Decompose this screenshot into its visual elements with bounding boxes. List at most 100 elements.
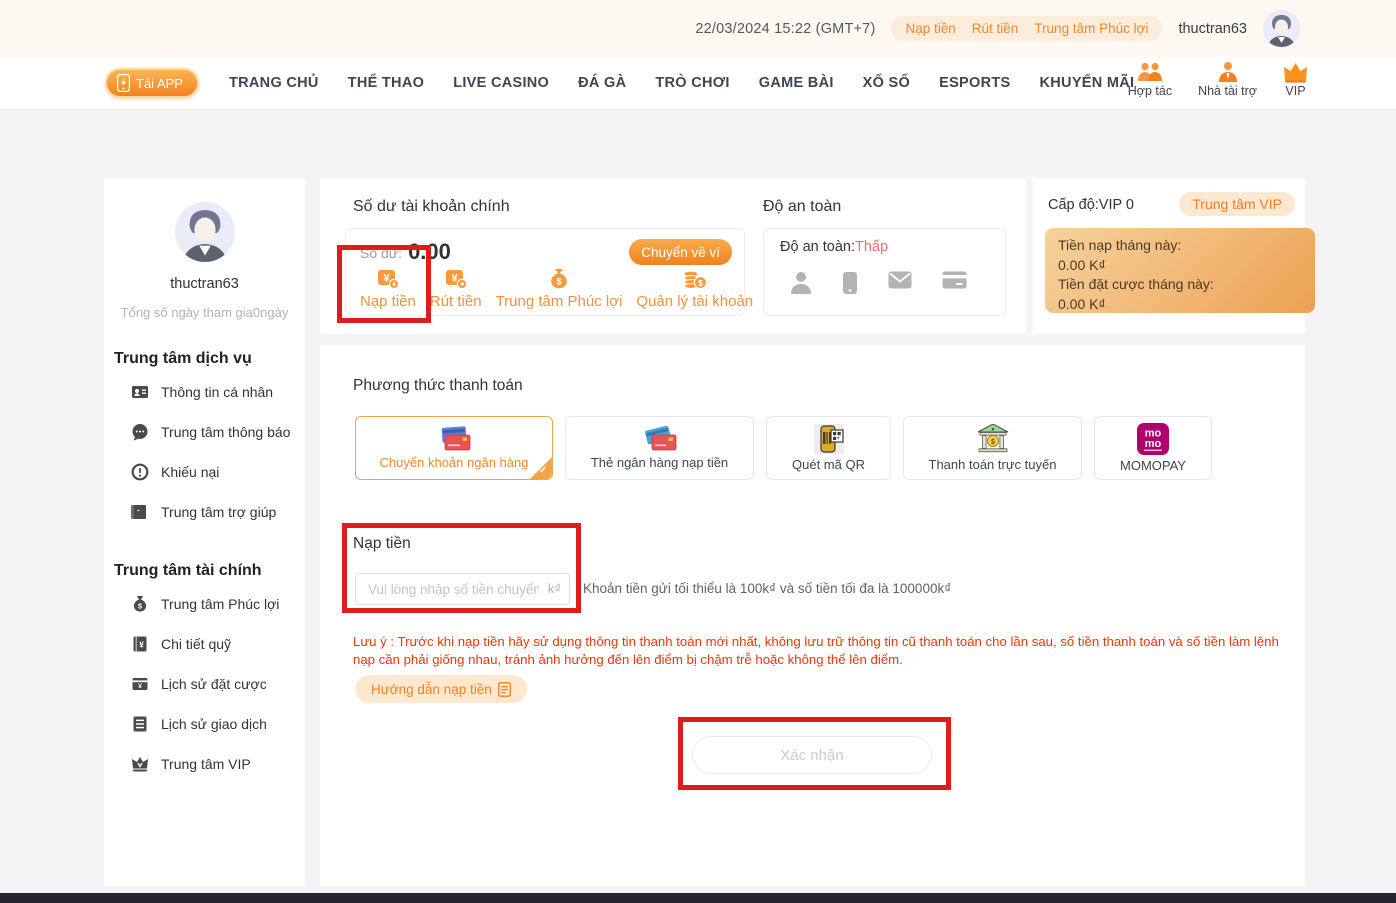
vip-monthly-bet-value: 0.00 K₫ [1058, 295, 1315, 315]
sidebar-item-vip-center[interactable]: Trung tâm VIP [104, 744, 305, 784]
sidebar-item-label: Lịch sử giao dịch [161, 716, 267, 732]
sidebar-item-help-center[interactable]: Trung tâm trợ giúp [104, 492, 305, 532]
sidebar-item-label: Khiếu nại [161, 464, 219, 480]
sidebar-item-fund-details[interactable]: ¥ Chi tiết quỹ [104, 624, 305, 664]
security-card: Độ an toàn:Thấp [763, 228, 1006, 316]
payment-method-label: Thanh toán trực tuyến [929, 457, 1057, 472]
security-title: Độ an toàn [763, 198, 841, 216]
nav-sponsor-label: Nhà tài trợ [1198, 84, 1257, 98]
nav-item-card-games[interactable]: GAME BÀI [759, 75, 834, 91]
topbar-link-withdraw[interactable]: Rút tiền [972, 21, 1019, 36]
money-bag-icon: $ [547, 267, 571, 291]
nav-item-lottery[interactable]: XỔ SỐ [863, 75, 910, 91]
balance-amount: 0.00 [408, 239, 451, 265]
transaction-list-icon [131, 715, 149, 733]
vip-center-button[interactable]: Trung tâm VIP [1179, 192, 1295, 216]
sidebar-item-label: Trung tâm Phúc lợi [161, 596, 279, 612]
crown-icon [1283, 61, 1308, 83]
deposit-amount-input[interactable] [355, 573, 570, 605]
payment-method-bank-transfer[interactable]: Chuyển khoản ngân hàng ✓ [355, 416, 553, 480]
book-icon [131, 503, 149, 521]
nav-item-esports[interactable]: ESPORTS [939, 75, 1010, 91]
payment-method-momopay[interactable]: mo mo MOMOPAY [1094, 416, 1212, 480]
sidebar-item-label: Trung tâm thông báo [161, 424, 290, 440]
nav-item-games[interactable]: TRÒ CHƠI [655, 75, 729, 91]
payment-method-online-payment[interactable]: $ Thanh toán trực tuyến [903, 416, 1082, 480]
sidebar-item-personal-info[interactable]: Thông tin cá nhân [104, 372, 305, 412]
balance-actions: ¥ Nạp tiền ¥ Rút tiền [360, 267, 732, 310]
nav-item-sports[interactable]: THỂ THAO [348, 75, 425, 91]
document-icon [498, 682, 511, 697]
vip-monthly-bet-label: Tiền đặt cược tháng này: [1058, 275, 1315, 295]
phone-icon[interactable] [842, 271, 858, 295]
nav-menu: TRANG CHỦ THỂ THAO LIVE CASINO ĐÁ GÀ TRÒ… [229, 75, 1134, 91]
qr-phone-icon [812, 424, 846, 454]
action-account-management[interactable]: $ Quản lý tài khoản [636, 267, 753, 310]
sidebar-item-bet-history[interactable]: ¥ Lịch sử đặt cược [104, 664, 305, 704]
datetime-text: 22/03/2024 15:22 (GMT+7) [695, 21, 875, 37]
action-deposit[interactable]: ¥ Nạp tiền [360, 267, 416, 310]
nav-item-live-casino[interactable]: LIVE CASINO [453, 75, 549, 91]
nav-item-vip[interactable]: VIP [1283, 61, 1308, 98]
sidebar-item-transaction-history[interactable]: Lịch sử giao dịch [104, 704, 305, 744]
action-withdraw-label: Rút tiền [430, 293, 482, 310]
withdraw-icon: ¥ [444, 267, 468, 291]
atm-card-icon [643, 426, 677, 452]
payment-method-atm-card[interactable]: Thẻ ngân hàng nạp tiền [565, 416, 754, 480]
action-deposit-label: Nạp tiền [360, 293, 416, 310]
momo-logo: mo mo [1137, 423, 1169, 455]
vip-monthly-deposit-value: 0.00 K₫ [1058, 256, 1315, 276]
sidebar-username: thuctran63 [104, 276, 305, 292]
user-icon[interactable] [790, 271, 812, 295]
sidebar-item-complaints[interactable]: Khiếu nại [104, 452, 305, 492]
alert-circle-icon [131, 463, 149, 481]
vip-panel: Cấp độ:VIP 0 Trung tâm VIP Tiền nạp thán… [1033, 178, 1305, 334]
deposit-panel: Phương thức thanh toán Chuyển khoản ngân… [320, 345, 1305, 886]
currency-suffix: k₫ [548, 581, 561, 596]
avatar-person-icon [1263, 10, 1300, 47]
money-bag-icon: $ [131, 595, 149, 613]
bank-building-icon: $ [976, 424, 1010, 454]
sidebar-item-notifications[interactable]: Trung tâm thông báo [104, 412, 305, 452]
bank-card-icon[interactable] [942, 271, 967, 289]
security-level-label: Độ an toàn: [780, 239, 855, 255]
nav-item-home[interactable]: TRANG CHỦ [229, 75, 319, 91]
deposit-amount-field-wrap: k₫ [355, 573, 570, 605]
bank-cards-icon [436, 426, 472, 452]
topbar-username[interactable]: thuctran63 [1178, 21, 1247, 37]
mail-icon[interactable] [888, 271, 912, 289]
deposit-icon: ¥ [376, 267, 400, 291]
sidebar-avatar[interactable] [175, 202, 235, 262]
download-app-label: Tải APP [136, 76, 183, 91]
avatar[interactable] [1263, 10, 1300, 47]
topbar-link-welfare-center[interactable]: Trung tâm Phúc lợi [1034, 21, 1148, 36]
nav-item-cockfight[interactable]: ĐÁ GÀ [578, 75, 626, 91]
deposit-form-title: Nạp tiền [353, 535, 411, 553]
nav-right-group: Hợp tác Nhà tài trợ VIP [1128, 61, 1308, 98]
download-app-button[interactable]: Tải APP [105, 68, 199, 98]
action-welfare-label: Trung tâm Phúc lợi [496, 293, 623, 310]
payment-method-label: Chuyển khoản ngân hàng [380, 455, 529, 470]
action-withdraw[interactable]: ¥ Rút tiền [430, 267, 482, 310]
balance-title: Số dư tài khoản chính [353, 198, 510, 216]
main-nav: Tải APP TRANG CHỦ THỂ THAO LIVE CASINO Đ… [0, 57, 1396, 110]
balance-security-panel: Số dư tài khoản chính Số dư: 0.00 Chuyển… [320, 178, 1026, 334]
footer-bar [0, 893, 1396, 903]
svg-text:¥: ¥ [138, 683, 142, 690]
nav-item-partners[interactable]: Hợp tác [1128, 61, 1172, 98]
sponsor-icon [1217, 61, 1239, 83]
nav-item-sponsor[interactable]: Nhà tài trợ [1198, 61, 1257, 98]
deposit-guide-label: Hướng dẫn nạp tiền [371, 682, 492, 697]
payment-method-qr-scan[interactable]: Quét mã QR [766, 416, 891, 480]
deposit-guide-button[interactable]: Hướng dẫn nạp tiền [355, 675, 527, 703]
sidebar: thuctran63 Tổng số ngày tham gia0ngày Tr… [104, 178, 305, 886]
confirm-button[interactable]: Xác nhận [692, 736, 932, 774]
topbar-link-deposit[interactable]: Nạp tiền [905, 21, 955, 36]
sidebar-item-welfare-center[interactable]: $ Trung tâm Phúc lợi [104, 584, 305, 624]
nav-item-promotions[interactable]: KHUYẾN MÃI [1040, 75, 1135, 91]
sidebar-days-joined: Tổng số ngày tham gia0ngày [104, 305, 305, 320]
transfer-to-wallet-button[interactable]: Chuyển về ví [629, 239, 732, 265]
svg-text:$: $ [698, 278, 703, 288]
action-welfare-center[interactable]: $ Trung tâm Phúc lợi [496, 267, 623, 310]
security-icons [780, 271, 1005, 295]
